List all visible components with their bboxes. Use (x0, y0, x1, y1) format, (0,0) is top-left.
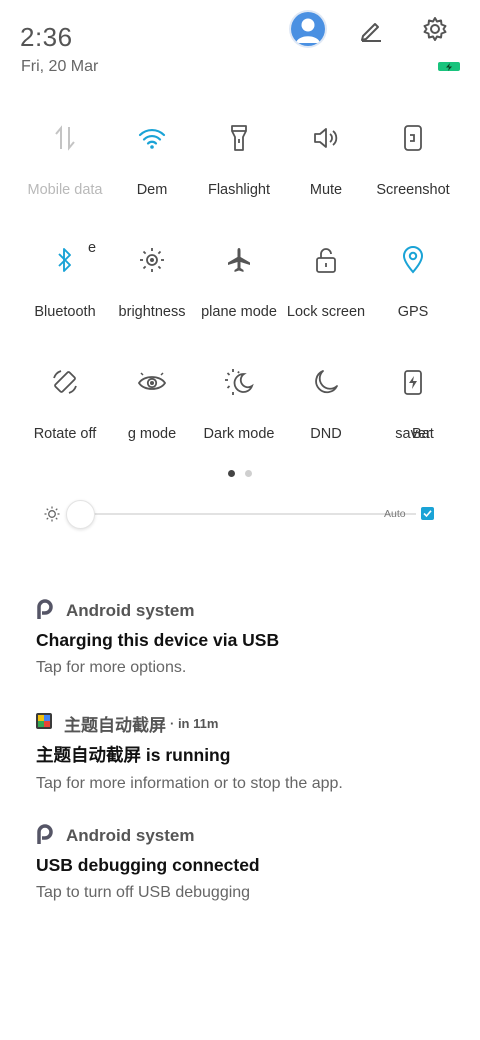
page-dot-1[interactable] (228, 470, 235, 477)
moon-icon (279, 362, 373, 402)
brightness-slider[interactable] (90, 513, 416, 515)
notification-text: Tap for more options. (36, 659, 187, 676)
notification-text: Tap to turn off USB debugging (36, 884, 251, 901)
tile-label: GPS (397, 304, 429, 320)
tile-label: Rotate off (33, 426, 97, 442)
date[interactable]: Fri, 20 Mar (21, 58, 98, 76)
sun-small-icon (44, 506, 60, 527)
pencil-icon[interactable] (354, 12, 388, 46)
tile-mute[interactable]: Mute (279, 118, 373, 198)
notification-usb-charging[interactable]: Android system Charging this device via … (36, 598, 456, 677)
notification-time: · in 11m (170, 715, 219, 731)
clock[interactable]: 2:36 (20, 22, 73, 53)
tile-flashlight[interactable]: Flashlight (192, 118, 286, 198)
screenshot-icon (366, 118, 460, 158)
tile-dark-mode[interactable]: Dark mode (192, 362, 286, 442)
page-dot-2[interactable] (245, 470, 252, 477)
flashlight-icon (192, 118, 286, 158)
brightness-row: Auto (40, 497, 450, 531)
dark-mode-icon (192, 362, 286, 402)
android-p-icon (36, 598, 54, 624)
airplane-icon (192, 240, 286, 280)
tile-brightness[interactable]: brightness (105, 240, 199, 320)
tile-screenshot[interactable]: Screenshot (366, 118, 460, 198)
wifi-icon (105, 118, 199, 158)
mobile-data-icon (18, 118, 112, 158)
notification-usb-debugging[interactable]: Android system USB debugging connected T… (36, 823, 456, 902)
tile-lock-screen[interactable]: Lock screen (279, 240, 373, 320)
location-pin-icon (366, 240, 460, 280)
brightness-slider-thumb[interactable] (66, 500, 95, 529)
battery-charging-icon (438, 62, 460, 71)
tile-label: Lock screen (286, 304, 366, 320)
tile-plane-mode[interactable]: plane mode (192, 240, 286, 320)
tile-bluetooth[interactable]: Bluetooth (18, 240, 112, 320)
gear-icon[interactable] (418, 12, 452, 46)
tile-label: Mute (309, 182, 343, 198)
page-indicator (228, 470, 258, 478)
brightness-icon (105, 240, 199, 280)
tile-gps[interactable]: GPS (366, 240, 460, 320)
tile-label: Bat (412, 426, 434, 442)
auto-brightness-label: Auto (384, 508, 406, 520)
auto-brightness-checkbox[interactable] (421, 507, 434, 520)
tile-label: Dem (136, 182, 168, 198)
bluetooth-icon (18, 240, 112, 280)
tile-bat[interactable]: Bat (412, 362, 448, 442)
notification-app-name: 主题自动截屏 (64, 715, 166, 735)
tile-label: DND (310, 426, 342, 442)
tile-label: brightness (118, 304, 186, 320)
notification-title: Charging this device via USB (36, 630, 280, 650)
notification-title: 主题自动截屏 is running (36, 745, 231, 765)
android-p-icon (36, 823, 54, 849)
tile-rotate-off[interactable]: Rotate off (18, 362, 112, 442)
tile-dnd[interactable]: DND (279, 362, 373, 442)
tile-label: Bluetooth (34, 304, 96, 320)
tile-g-mode[interactable]: g mode (105, 362, 199, 442)
tile-label: Flashlight (207, 182, 271, 198)
user-avatar-icon[interactable] (291, 12, 325, 46)
tile-label: g mode (127, 426, 177, 442)
notification-app-running[interactable]: 主题自动截屏 · in 11m 主题自动截屏 is running Tap fo… (36, 711, 456, 793)
lock-icon (279, 240, 373, 280)
tile-label: Dark mode (203, 426, 275, 442)
tile-dem[interactable]: Dem (105, 118, 199, 198)
app-icon (36, 712, 52, 734)
notification-app-name: Android system (66, 826, 195, 845)
speaker-icon (279, 118, 373, 158)
notification-title: USB debugging connected (36, 855, 260, 875)
eye-icon (105, 362, 199, 402)
rotate-icon (18, 362, 112, 402)
notification-app-name: Android system (66, 601, 195, 620)
tile-label: Screenshot (376, 182, 450, 198)
notification-text: Tap for more information or to stop the … (36, 775, 343, 792)
tile-label: plane mode (201, 304, 277, 320)
